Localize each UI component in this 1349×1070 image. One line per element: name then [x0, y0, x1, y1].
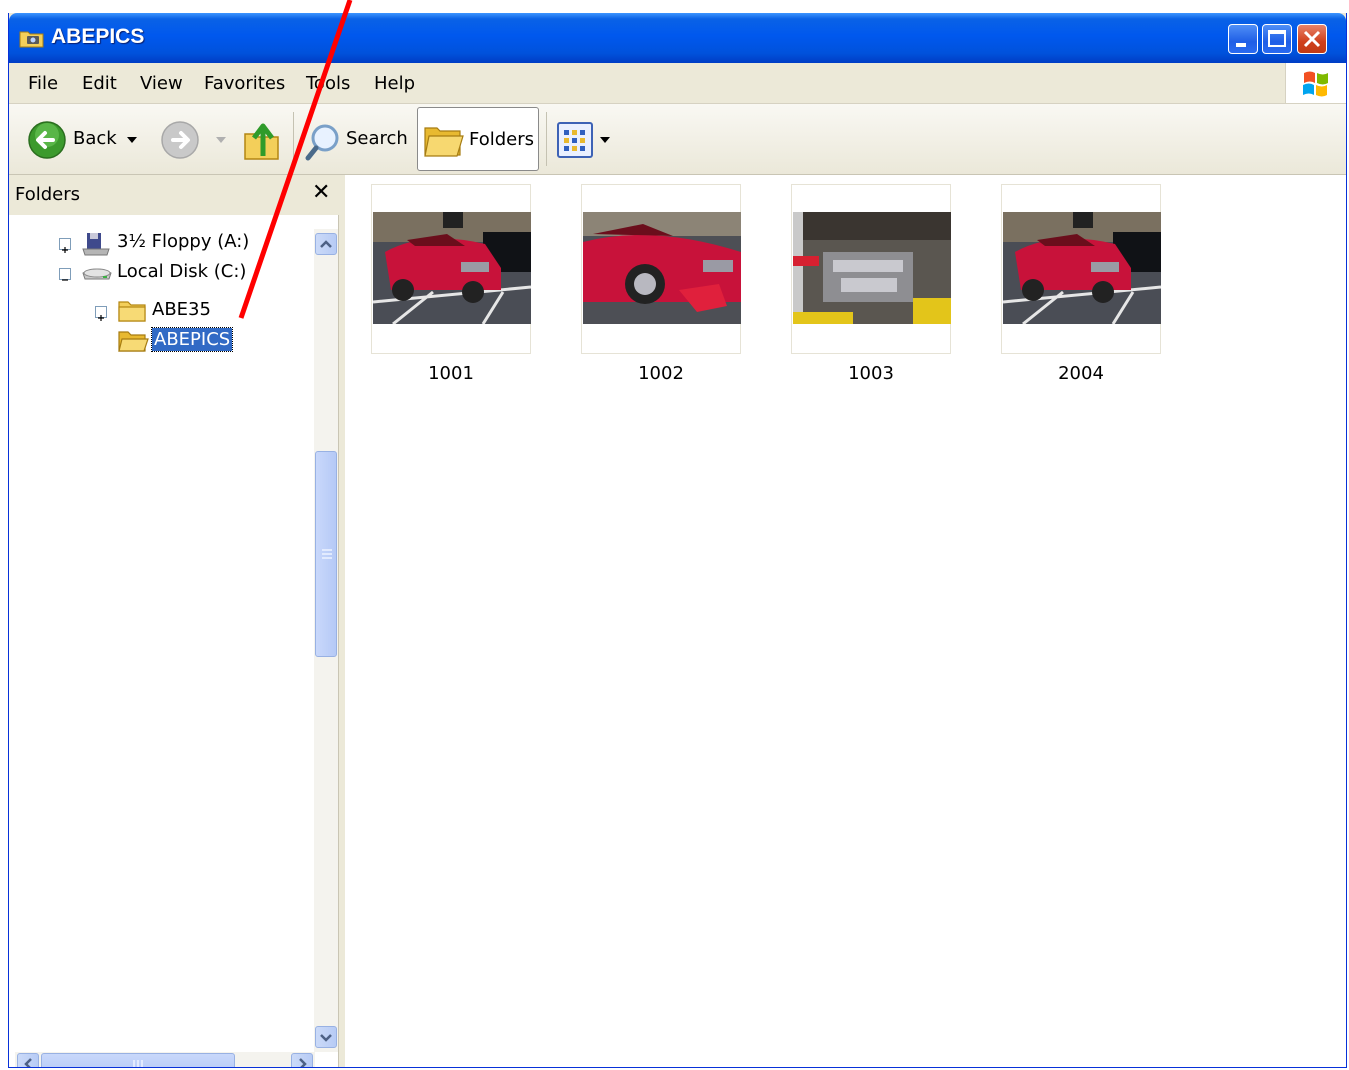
search-icon[interactable] — [305, 122, 341, 162]
menu-help[interactable]: Help — [374, 73, 415, 94]
back-arrow-icon[interactable] — [27, 120, 67, 160]
file-thumbnail[interactable] — [1001, 184, 1161, 354]
maximize-button[interactable] — [1262, 24, 1292, 54]
windows-flag-icon — [1303, 71, 1328, 97]
file-list-pane: 1001 1002 1003 2004 — [345, 175, 1346, 1067]
views-icon[interactable] — [557, 122, 593, 158]
menu-favorites[interactable]: Favorites — [204, 73, 285, 94]
tree-item-label: Local Disk (C:) — [117, 261, 247, 282]
views-dropdown-icon[interactable] — [599, 135, 611, 145]
car-photo-icon — [373, 212, 531, 324]
file-name[interactable]: 2004 — [1001, 363, 1161, 384]
file-name[interactable]: 1003 — [791, 363, 951, 384]
folders-pane-header: Folders ✕ — [9, 175, 339, 215]
car-photo-icon — [583, 212, 741, 324]
car-photo-icon — [1003, 212, 1161, 324]
toolbar: Back Search Folders — [9, 104, 1346, 175]
scroll-down-button[interactable] — [315, 1026, 337, 1048]
menu-edit[interactable]: Edit — [82, 73, 117, 94]
folders-button-label: Folders — [469, 129, 535, 150]
search-button-label[interactable]: Search — [346, 128, 408, 149]
windows-logo-box — [1285, 63, 1346, 103]
menu-view[interactable]: View — [140, 73, 183, 94]
up-folder-icon[interactable] — [241, 116, 283, 164]
back-button-label[interactable]: Back — [73, 128, 117, 149]
folders-horizontal-scrollbar[interactable] — [15, 1052, 315, 1067]
maximize-icon — [1268, 30, 1286, 47]
close-button[interactable] — [1297, 24, 1327, 54]
menu-tools[interactable]: Tools — [306, 73, 350, 94]
expand-icon[interactable] — [59, 238, 71, 253]
tree-item-abe35[interactable]: ABE35 — [9, 297, 309, 325]
chevron-left-icon — [24, 1058, 32, 1067]
forward-dropdown-icon[interactable] — [215, 135, 227, 145]
close-icon — [1303, 30, 1321, 48]
chevron-right-icon — [299, 1058, 307, 1067]
collapse-icon[interactable] — [59, 268, 71, 281]
scroll-left-button[interactable] — [17, 1053, 39, 1067]
file-name[interactable]: 1002 — [581, 363, 741, 384]
toolbar-separator — [293, 112, 294, 166]
forward-arrow-icon[interactable] — [160, 120, 200, 160]
folders-icon — [424, 127, 464, 157]
folder-icon — [118, 301, 146, 322]
minimize-button[interactable] — [1228, 24, 1258, 54]
grip-icon — [133, 1060, 143, 1067]
floppy-drive-icon — [82, 233, 110, 256]
chevron-down-icon — [320, 1034, 332, 1042]
close-folders-pane-icon[interactable]: ✕ — [312, 180, 330, 205]
folders-vertical-scrollbar[interactable] — [314, 229, 338, 1052]
tree-item-label-selected: ABEPICS — [150, 327, 234, 352]
menu-file[interactable]: File — [28, 73, 58, 94]
tree-item-abepics[interactable]: ABEPICS — [9, 327, 309, 355]
back-dropdown-icon[interactable] — [126, 135, 138, 145]
engine-photo-icon — [793, 212, 951, 324]
menu-bar: File Edit View Favorites Tools Help — [9, 63, 1346, 104]
file-thumbnail[interactable] — [791, 184, 951, 354]
file-thumbnail[interactable] — [371, 184, 531, 354]
folder-open-icon — [118, 331, 149, 352]
folders-pane: Folders ✕ 3½ Floppy (A:) Local Disk (C:)… — [9, 175, 339, 1067]
folders-pane-title: Folders — [15, 184, 81, 205]
window-title: ABEPICS — [51, 25, 145, 48]
file-name[interactable]: 1001 — [371, 363, 531, 384]
tree-item-floppy[interactable]: 3½ Floppy (A:) — [9, 229, 309, 257]
hard-drive-icon — [82, 268, 112, 280]
tree-item-local-disk[interactable]: Local Disk (C:) — [9, 259, 309, 287]
scroll-thumb[interactable] — [315, 451, 337, 657]
scroll-up-button[interactable] — [315, 233, 337, 255]
folder-camera-icon — [19, 31, 44, 48]
tree-item-label: 3½ Floppy (A:) — [117, 231, 250, 252]
file-thumbnail[interactable] — [581, 184, 741, 354]
chevron-up-icon — [320, 240, 332, 248]
title-bar[interactable]: ABEPICS — [9, 13, 1346, 63]
minimize-icon — [1236, 43, 1246, 47]
explorer-window: ABEPICS File Edit View Favorites Tools H… — [8, 13, 1347, 1068]
scroll-right-button[interactable] — [291, 1053, 313, 1067]
grip-icon — [322, 549, 332, 559]
scroll-thumb[interactable] — [41, 1053, 235, 1067]
tree-item-label: ABE35 — [152, 299, 211, 320]
toolbar-separator — [546, 112, 547, 166]
folders-button[interactable]: Folders — [417, 107, 539, 171]
expand-icon[interactable] — [95, 306, 107, 321]
